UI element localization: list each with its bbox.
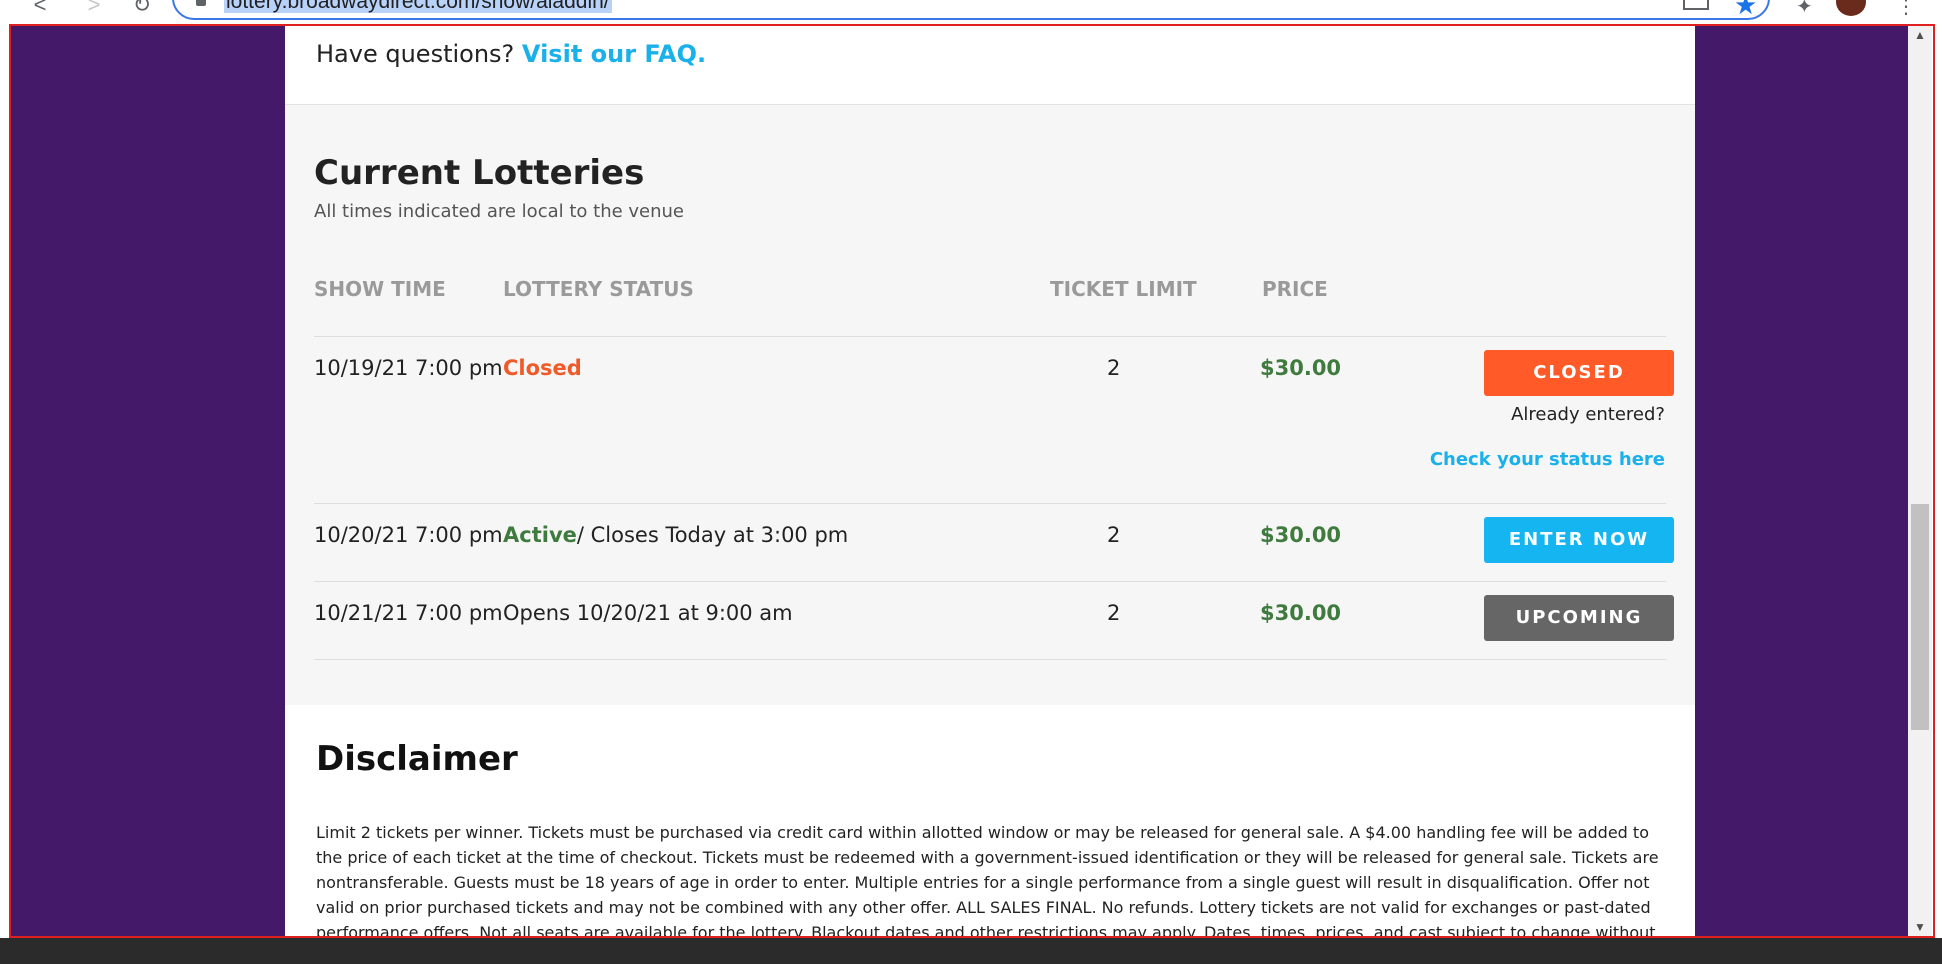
disclaimer-title: Disclaimer — [316, 739, 518, 779]
browser-toolbar: < > ↻ lottery.broadwaydirect.com/show/al… — [0, 0, 1942, 22]
row-1-ticket-limit: 2 — [1107, 356, 1121, 380]
page-viewport: Have questions? Visit our FAQ. Current L… — [10, 24, 1908, 938]
table-divider — [314, 336, 1666, 337]
column-header-show-time: SHOW TIME — [314, 277, 446, 301]
check-status-link[interactable]: Check your status here — [1430, 449, 1665, 470]
section-subtitle: All times indicated are local to the ven… — [314, 201, 685, 222]
scroll-up-icon[interactable]: ▲ — [1914, 28, 1926, 42]
url-text[interactable]: lottery.broadwaydirect.com/show/aladdin/ — [224, 0, 612, 13]
lock-icon[interactable] — [196, 0, 206, 6]
row-2-status-suffix: / Closes Today at 3:00 pm — [576, 523, 849, 547]
row-2-ticket-limit: 2 — [1107, 523, 1121, 547]
disclaimer-body: Limit 2 tickets per winner. Tickets must… — [316, 823, 1659, 938]
disclaimer-section: Disclaimer Limit 2 tickets per winner. T… — [285, 705, 1695, 938]
reload-icon[interactable]: ↻ — [128, 0, 156, 22]
bookmark-star-icon[interactable]: ★ — [1734, 0, 1757, 21]
row-2-show-time: 10/20/21 7:00 pm — [314, 523, 503, 547]
row-1-price: $30.00 — [1260, 356, 1342, 380]
faq-question: Have questions? — [316, 40, 522, 68]
column-header-lottery-status: LOTTERY STATUS — [503, 277, 694, 301]
scrollbar-thumb[interactable] — [1911, 504, 1929, 730]
page-scrollbar[interactable]: ▲ ▼ — [1908, 24, 1932, 938]
faq-link[interactable]: Visit our FAQ. — [522, 40, 706, 68]
faq-bar: Have questions? Visit our FAQ. — [285, 24, 1695, 105]
profile-avatar[interactable] — [1836, 0, 1866, 16]
row-2-status-label: Active — [503, 523, 577, 547]
column-header-ticket-limit: TICKET LIMIT — [1050, 277, 1197, 301]
back-icon[interactable]: < — [26, 0, 54, 22]
enter-now-button[interactable]: ENTER NOW — [1484, 517, 1674, 563]
row-2-status: Active/ Closes Today at 3:00 pm — [503, 523, 848, 547]
current-lotteries-section: Current Lotteries All times indicated ar… — [285, 105, 1695, 705]
taskbar — [0, 938, 1942, 964]
row-1-show-time: 10/19/21 7:00 pm — [314, 356, 503, 380]
row-3-price: $30.00 — [1260, 601, 1342, 625]
faq-text: Have questions? Visit our FAQ. — [316, 40, 706, 68]
column-header-price: PRICE — [1262, 277, 1328, 301]
section-title: Current Lotteries — [314, 153, 645, 193]
row-2-price: $30.00 — [1260, 523, 1342, 547]
row-1-status: Closed — [503, 356, 582, 380]
upcoming-button[interactable]: UPCOMING — [1484, 595, 1674, 641]
row-3-status: Opens 10/20/21 at 9:00 am — [503, 601, 793, 625]
scroll-down-icon[interactable]: ▼ — [1914, 920, 1926, 934]
row-3-show-time: 10/21/21 7:00 pm — [314, 601, 503, 625]
content-card: Have questions? Visit our FAQ. Current L… — [285, 24, 1695, 938]
table-divider — [314, 503, 1666, 504]
already-entered-text: Already entered? — [1511, 404, 1665, 425]
reader-mode-icon[interactable] — [1683, 0, 1709, 10]
menu-icon[interactable]: ⋮ — [1896, 0, 1916, 19]
row-3-ticket-limit: 2 — [1107, 601, 1121, 625]
table-divider — [314, 581, 1666, 582]
extensions-icon[interactable]: ✦ — [1796, 0, 1813, 19]
forward-icon[interactable]: > — [80, 0, 108, 22]
closed-button[interactable]: CLOSED — [1484, 350, 1674, 396]
table-divider — [314, 659, 1666, 660]
